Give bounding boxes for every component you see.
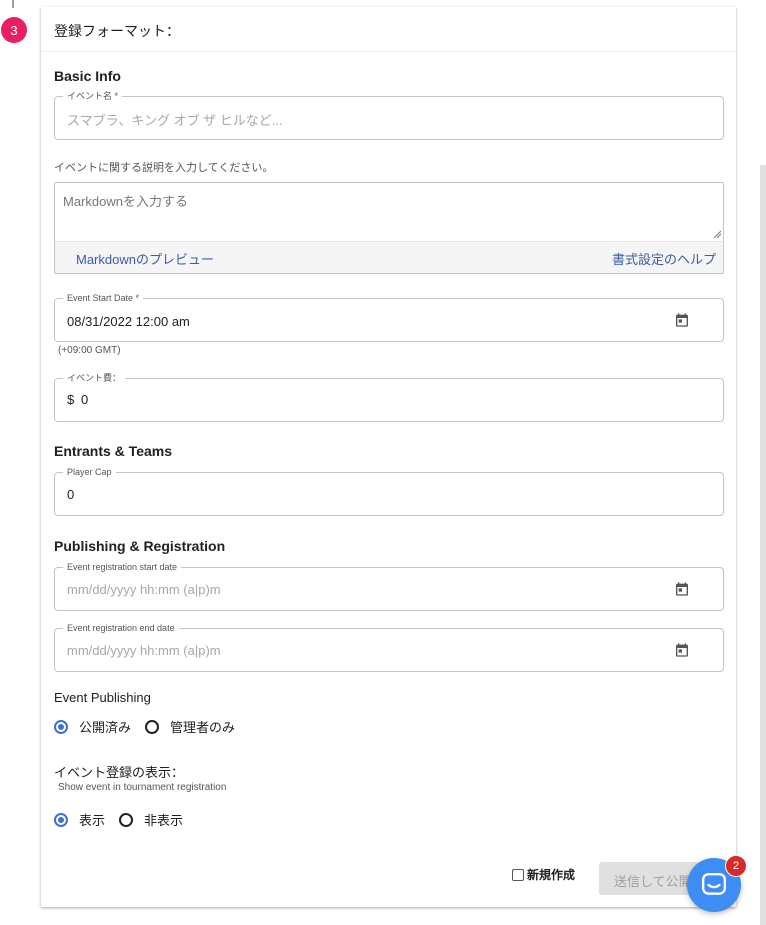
calendar-icon[interactable] (674, 581, 690, 597)
resize-handle-icon[interactable] (713, 230, 721, 238)
markdown-preview-link[interactable]: Markdownのプレビュー (76, 249, 214, 268)
event-name-field[interactable]: イベント名 * スマブラ、キング オブ ザ ヒルなど... (54, 90, 724, 140)
markdown-editor: Markdownを入力する Markdownのプレビュー 書式設定のヘルプ (54, 182, 724, 274)
create-new-checkbox-row[interactable]: 新規作成 (512, 866, 575, 883)
card-header: 登録フォーマット： (41, 7, 736, 52)
player-cap-label: Player Cap (63, 466, 116, 478)
registration-end-label: Event registration end date (63, 622, 179, 634)
event-fee-value: 0 (81, 392, 89, 407)
basic-info-title: Basic Info (54, 68, 121, 84)
card-title: 登録フォーマット： (54, 23, 180, 39)
player-cap-value: 0 (67, 487, 75, 502)
registration-end-field[interactable]: Event registration end date mm/dd/yyyy h… (54, 622, 724, 672)
create-new-checkbox[interactable] (512, 868, 524, 881)
event-publishing-options: 公開済み 管理者のみ (54, 717, 249, 736)
entrants-title: Entrants & Teams (54, 443, 172, 459)
publishing-title: Publishing & Registration (54, 538, 226, 554)
radio-admin-only-label[interactable]: 管理者のみ (170, 717, 235, 736)
currency-symbol: $ (67, 392, 75, 407)
scrollbar[interactable] (760, 165, 766, 925)
description-helper: イベントに関する説明を入力してください。 (54, 162, 274, 174)
registration-start-field[interactable]: Event registration start date mm/dd/yyyy… (54, 561, 724, 611)
chat-notification-badge: 2 (725, 855, 747, 877)
event-name-placeholder: スマブラ、キング オブ ザ ヒルなど... (67, 113, 283, 128)
visibility-helper: Show event in tournament registration (58, 782, 227, 793)
visibility-options: 表示 非表示 (54, 810, 197, 829)
event-start-date-field[interactable]: Event Start Date * 08/31/2022 12:00 am (54, 292, 724, 342)
registration-end-placeholder: mm/dd/yyyy hh:mm (a|p)m (67, 643, 221, 658)
create-new-label[interactable]: 新規作成 (527, 866, 575, 883)
formatting-help-link[interactable]: 書式設定のヘルプ (612, 249, 716, 268)
radio-hide-label[interactable]: 非表示 (144, 810, 183, 829)
chat-icon (701, 872, 727, 895)
event-start-date-label: Event Start Date * (63, 292, 144, 304)
registration-start-placeholder: mm/dd/yyyy hh:mm (a|p)m (67, 582, 221, 597)
radio-published-label[interactable]: 公開済み (79, 717, 131, 736)
player-cap-field[interactable]: Player Cap 0 (54, 466, 724, 516)
registration-card: 登録フォーマット： Basic Info イベント名 * スマブラ、キング オブ… (41, 7, 736, 907)
radio-show[interactable] (54, 812, 68, 827)
radio-published[interactable] (54, 719, 68, 734)
registration-start-label: Event registration start date (63, 561, 182, 573)
radio-admin-only[interactable] (145, 719, 160, 734)
radio-show-label[interactable]: 表示 (79, 810, 105, 829)
submit-publish-label: 送信して公開 (614, 874, 692, 889)
event-publishing-label: Event Publishing (54, 690, 151, 705)
description-textarea[interactable]: Markdownを入力する (55, 183, 723, 242)
event-start-date-value: 08/31/2022 12:00 am (67, 314, 190, 329)
calendar-icon[interactable] (674, 312, 690, 328)
event-name-label: イベント名 * (63, 90, 123, 102)
timezone-label: (+09:00 GMT) (58, 345, 121, 356)
event-fee-label: イベント費： (63, 372, 126, 384)
calendar-icon[interactable] (674, 642, 690, 658)
step-number-badge: 3 (1, 17, 27, 43)
timeline-line (12, 0, 14, 8)
description-placeholder: Markdownを入力する (63, 194, 188, 209)
event-fee-field[interactable]: イベント費： $ 0 (54, 372, 724, 422)
visibility-label: イベント登録の表示： (54, 765, 185, 780)
radio-hide[interactable] (119, 812, 134, 827)
